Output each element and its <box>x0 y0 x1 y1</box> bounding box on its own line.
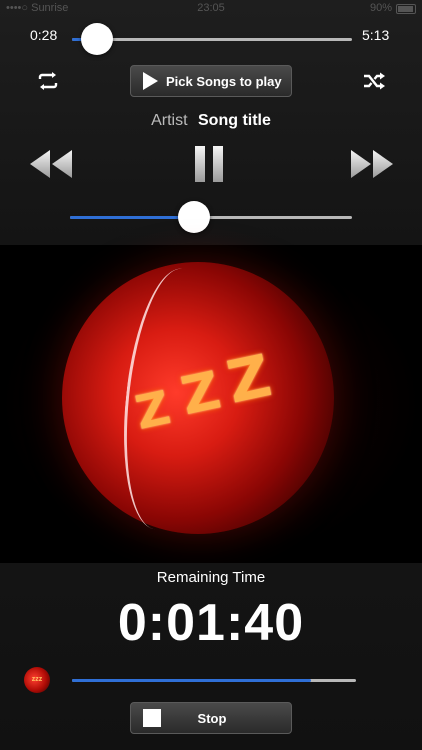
sleep-icon: zzz <box>24 667 50 693</box>
playback-slider[interactable] <box>72 23 352 55</box>
pause-button[interactable] <box>193 145 225 183</box>
stop-label: Stop <box>197 711 227 726</box>
volume-slider-fill <box>70 216 194 219</box>
remaining-time-value: 0:01:40 <box>117 594 305 652</box>
playback-slider-thumb[interactable] <box>81 23 113 55</box>
status-bar: ••••○ Sunrise 23:05 90% <box>0 0 422 20</box>
pick-songs-label: Pick Songs to play <box>166 73 282 89</box>
battery-percent: 90% <box>369 2 392 14</box>
song-title: Song title <box>198 112 271 129</box>
remaining-time-label: Remaining Time <box>156 569 266 586</box>
repeat-icon <box>38 72 58 90</box>
pause-icon <box>195 146 223 182</box>
duration-time: 5:13 <box>362 27 390 43</box>
track-info: Artist Song title <box>0 112 422 130</box>
timer-progress-bar <box>72 679 356 682</box>
repeat-button[interactable] <box>36 70 60 92</box>
shuffle-button[interactable] <box>362 70 386 92</box>
shuffle-icon <box>364 72 385 90</box>
elapsed-time: 0:28 <box>30 27 58 43</box>
volume-slider[interactable] <box>70 201 352 233</box>
battery-icon <box>396 4 416 14</box>
volume-slider-thumb[interactable] <box>178 201 210 233</box>
pick-songs-button[interactable]: Pick Songs to play <box>130 65 292 97</box>
rewind-button[interactable] <box>28 148 74 180</box>
play-icon <box>143 72 158 90</box>
stop-button[interactable]: Stop <box>130 702 292 734</box>
artist-label: Artist <box>151 112 188 129</box>
status-clock: 23:05 <box>197 2 225 14</box>
fast-forward-icon <box>351 150 393 178</box>
rewind-icon <box>30 150 72 178</box>
fast-forward-button[interactable] <box>349 148 395 180</box>
timer-progress-fill <box>72 679 311 682</box>
